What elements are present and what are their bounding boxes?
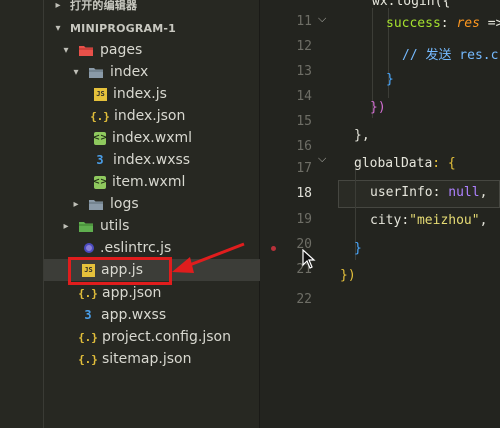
line-number: 18 [296,186,312,201]
code-line-16: }, [354,128,370,143]
line-number: 22 [296,292,312,307]
line-number: 13 [296,64,312,79]
code-token: }) [340,268,356,283]
line-number: 15 [296,114,312,129]
code-line-18: userInfo: null, [370,185,487,200]
code-line-21: }) [340,268,356,283]
code-token-key: city [370,213,402,228]
code-token-null: null [448,185,480,200]
code-token: : [440,16,457,31]
line-number: 14 [296,89,312,104]
code-token: } [386,72,394,87]
line-number: 12 [296,39,312,54]
code-line-17: globalData: { [354,156,456,171]
code-comment: // 发送 res.c [402,48,499,63]
code-line-12: success: res => [386,16,500,31]
code-token-key: success [386,16,441,31]
code-line-19: city:"meizhou", [370,213,487,228]
code-token: : [432,185,449,200]
code-token-key: userInfo [370,185,433,200]
chevron-down-icon[interactable]: ⌵ [318,152,326,166]
code-line-14: } [386,72,394,87]
line-number: 17 [296,161,312,176]
line-number: 11 [296,14,312,29]
code-token: }, [354,128,370,143]
code-line-20: } [354,241,362,256]
code-token: } [354,241,362,256]
code-token-key: globalData [354,156,433,171]
line-number: 19 [296,212,312,227]
code-token: , [479,185,488,200]
code-token: }) [370,100,386,115]
code-token: , [479,213,488,228]
chevron-down-icon[interactable]: ⌵ [318,12,326,26]
code-token-param: res [456,16,480,31]
code-token: => [487,16,500,31]
breakpoint-dot [271,246,276,251]
line-number: 16 [296,139,312,154]
mouse-pointer-icon [302,249,316,269]
code-token: wx.login({ [372,0,451,9]
code-token-string: "meizhou" [409,213,480,228]
devtools-window: ▸ 打开的编辑器 ▾ MINIPROGRAM-1 ▾ pages ▾ index… [0,0,500,428]
code-line-13: // 发送 res.c [402,44,498,63]
code-line-11: wx.login({ [372,0,450,9]
code-token: : [401,213,410,228]
code-line-15: }) [370,100,386,115]
code-token: : { [432,156,456,171]
